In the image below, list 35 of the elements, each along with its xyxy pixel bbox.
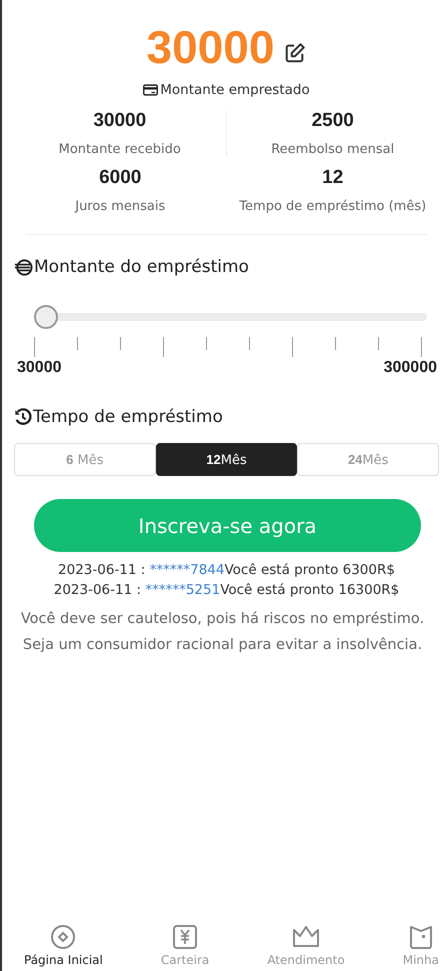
crown-icon xyxy=(291,924,321,950)
stat-value: 2500 xyxy=(312,110,354,132)
amount-slider[interactable] xyxy=(34,305,427,329)
stat-label: Montante recebido xyxy=(58,142,181,157)
apply-button[interactable]: Inscreva-se agora xyxy=(34,499,421,552)
history-icon xyxy=(14,408,32,426)
wallet-icon xyxy=(172,924,198,950)
card-icon xyxy=(143,84,158,96)
term-option[interactable]: 12Mês xyxy=(156,443,298,476)
home-icon xyxy=(50,924,76,950)
section-title: Montante do empréstimo xyxy=(34,257,249,277)
max-value: 300000 xyxy=(384,359,437,377)
section-title: Tempo de empréstimo xyxy=(33,407,223,427)
amount-label: Montante emprestado xyxy=(160,82,310,98)
tab-item[interactable]: Página Inicial xyxy=(24,924,103,967)
stat-label: Tempo de empréstimo (mês) xyxy=(239,199,426,214)
stat-value: 30000 xyxy=(93,110,146,132)
risk-warning: Você deve ser cauteloso, pois há riscos no empréstimo. Seja um consumidor racional para evitar a insolvência. xyxy=(20,610,426,655)
slider-thumb[interactable] xyxy=(34,305,58,329)
loan-amount-value: 30000 xyxy=(146,20,274,74)
term-option[interactable]: 6 Mês xyxy=(14,443,156,476)
tab-item[interactable]: Minha xyxy=(402,924,439,967)
profile-icon xyxy=(408,924,434,950)
stat-value: 12 xyxy=(322,167,344,189)
stat-label: Reembolso mensal xyxy=(271,142,394,157)
min-value: 30000 xyxy=(17,359,62,377)
tab-item[interactable]: Carteira xyxy=(160,924,210,967)
tab-item[interactable]: Atendimento xyxy=(267,924,345,967)
term-option[interactable]: 24Mês xyxy=(297,443,440,476)
stat-label: Juros mensais xyxy=(75,199,166,214)
edit-icon[interactable] xyxy=(284,42,306,64)
ticker-message: 2023-06-11 : ******7844Você está pronto 6300R$ xyxy=(58,562,395,578)
ticker-message: 2023-06-11 : ******5251Você está pronto 16300R$ xyxy=(54,582,400,598)
stat-value: 6000 xyxy=(99,167,142,189)
coin-icon xyxy=(14,258,33,276)
